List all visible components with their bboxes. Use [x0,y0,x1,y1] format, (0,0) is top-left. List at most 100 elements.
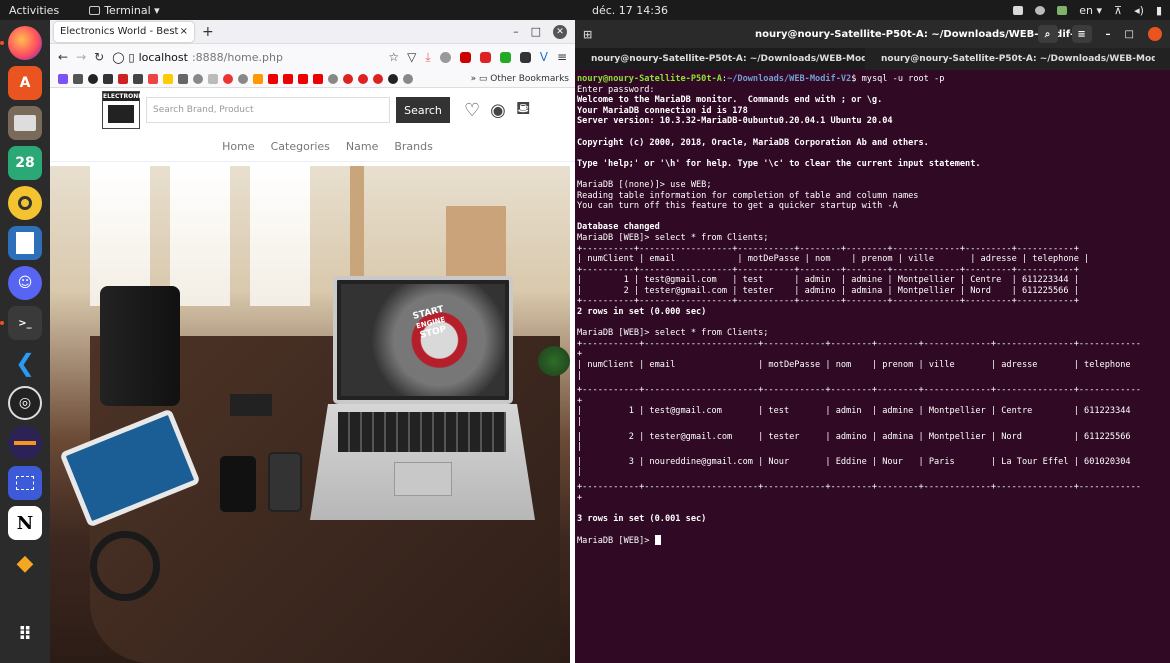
nav-categories[interactable]: Categories [271,140,330,153]
globe-icon[interactable] [238,73,248,84]
terminal-app-icon[interactable]: >_ [0,306,42,340]
screenshot-icon[interactable] [8,466,42,500]
notion-icon[interactable]: N [8,506,42,540]
battery-icon[interactable]: ▮ [1156,4,1162,17]
proton-icon[interactable] [519,51,531,63]
eclipse-icon[interactable] [8,426,42,460]
firefox-icon[interactable] [0,26,42,60]
browser-tab[interactable]: Electronics World - Best Onli × [54,21,194,42]
youtube-icon[interactable] [268,73,278,84]
terminal-output[interactable]: noury@noury-Satellite-P50t-A:~/Downloads… [575,70,1170,551]
vpn-ext-icon[interactable]: V [540,50,548,64]
activities-button[interactable]: Activities [9,4,59,17]
search-icon[interactable]: ⌕ [1037,25,1058,43]
github-icon[interactable] [388,73,398,84]
terminal-tab-label: noury@noury-Satellite-P50t-A: ~/Download… [591,54,865,64]
shield-icon[interactable]: ◯ [112,51,124,64]
nav-brands[interactable]: Brands [394,140,433,153]
bookmarks-bar: » ▭ Other Bookmarks [50,70,575,88]
maximize-button[interactable]: □ [1125,29,1134,40]
system-tray[interactable]: en ▾ ⊼ ◂) ▮ [1013,4,1162,17]
mariadb-prompt-line: MariaDB [WEB]> [577,534,1168,547]
close-window-button[interactable] [1148,27,1162,41]
rhythmbox-icon[interactable] [8,186,42,220]
globe-icon[interactable] [403,73,413,84]
bookmark-icon[interactable] [178,73,188,84]
new-tab-button[interactable]: + [202,24,214,40]
minimize-button[interactable]: – [513,25,519,38]
terminal-tab-1[interactable]: noury@noury-Satellite-P50t-A: ~/Download… [575,48,865,70]
reload-icon[interactable]: ↻ [94,50,104,64]
heart-icon[interactable]: ♡ [464,100,480,121]
clock[interactable]: déc. 17 14:36 [592,4,668,17]
calendar-icon[interactable]: 28 [8,146,42,180]
globe-icon[interactable] [193,73,203,84]
other-bookmarks[interactable]: » ▭ Other Bookmarks [471,74,569,84]
volume-icon[interactable]: ◂) [1134,4,1144,17]
youtube-icon[interactable] [313,73,323,84]
bookmark-icon[interactable] [118,73,128,84]
close-window-button[interactable]: ✕ [553,24,567,39]
ublock-icon[interactable] [459,51,471,63]
discord-icon[interactable]: ☺ [8,266,42,300]
privacy-icon[interactable] [479,51,491,63]
hamburger-menu-icon[interactable]: ≡ [1071,25,1092,43]
search-button[interactable]: Search [396,97,450,123]
bookmark-icon[interactable] [208,73,218,84]
blender-icon[interactable]: ◆ [8,546,42,580]
bookmark-icon[interactable] [103,73,113,84]
download-icon[interactable]: ⤓ [425,50,430,65]
network-icon[interactable]: ⊼ [1114,4,1122,17]
site-logo[interactable]: ELECTRONICS [102,91,149,129]
files-icon[interactable] [8,106,42,140]
keyboard-icon[interactable] [1013,5,1024,15]
youtube-icon[interactable] [298,73,308,84]
youtube-icon[interactable] [283,73,293,84]
bookmark-icon[interactable] [343,73,353,84]
star-icon[interactable]: ☆ [388,50,399,64]
terminal-tabs: noury@noury-Satellite-P50t-A: ~/Download… [575,48,1170,70]
search-input[interactable]: Search Brand, Product [146,97,390,123]
close-tab-icon[interactable]: × [180,26,188,37]
language-selector[interactable]: en ▾ [1079,4,1102,17]
app-menu[interactable]: Terminal ▾ [89,4,160,17]
bookmark-icon[interactable] [133,73,143,84]
terminal-line: | 2 | tester@gmail.com | tester | admino… [577,285,1079,296]
new-terminal-tab-icon[interactable]: ⊞ [583,28,592,41]
bookmark-icon[interactable] [373,73,383,84]
cart-icon[interactable]: ⛾ [516,98,531,122]
terminal-line: +----------+------------------+---------… [577,296,1079,307]
url-bar[interactable]: ◯ ▯ localhost:8888/home.php [112,47,380,67]
bookmark-icon[interactable] [163,73,173,84]
pocket-icon[interactable]: ▽ [407,50,416,64]
back-icon[interactable]: ← [58,50,68,64]
bookmark-icon[interactable] [223,73,233,84]
github-icon[interactable] [88,73,98,84]
terminal-line: ​ [577,127,1168,138]
terminal-tab-2[interactable]: noury@noury-Satellite-P50t-A: ~/Download… [865,54,1155,64]
show-apps-icon[interactable]: ⠿ [8,617,42,651]
discord-tray-icon[interactable] [1035,5,1046,15]
hero-image: START ENGINE STOP [50,166,570,663]
vpn-icon[interactable] [1057,5,1068,15]
adblock-icon[interactable] [499,51,511,63]
obs-icon[interactable]: ◎ [8,386,42,420]
nav-name[interactable]: Name [346,140,378,153]
bookmark-icon[interactable] [253,73,263,84]
minimize-button[interactable]: – [1106,29,1111,40]
app-center-icon[interactable]: A [8,66,42,100]
maximize-button[interactable]: □ [531,25,541,38]
writer-icon[interactable] [8,226,42,260]
extension-icon[interactable] [439,51,451,63]
bookmark-icon[interactable] [73,73,83,84]
forward-icon[interactable]: → [76,50,86,64]
bookmark-icon[interactable] [148,73,158,84]
bookmark-icon[interactable] [58,73,68,84]
globe-icon[interactable] [328,73,338,84]
user-icon[interactable]: ◉ [490,100,506,121]
terminal-icon [89,5,101,15]
vscode-icon[interactable]: ❮ [8,346,42,380]
menu-icon[interactable]: ≡ [557,50,567,64]
nav-home[interactable]: Home [222,140,254,153]
bookmark-icon[interactable] [358,73,368,84]
